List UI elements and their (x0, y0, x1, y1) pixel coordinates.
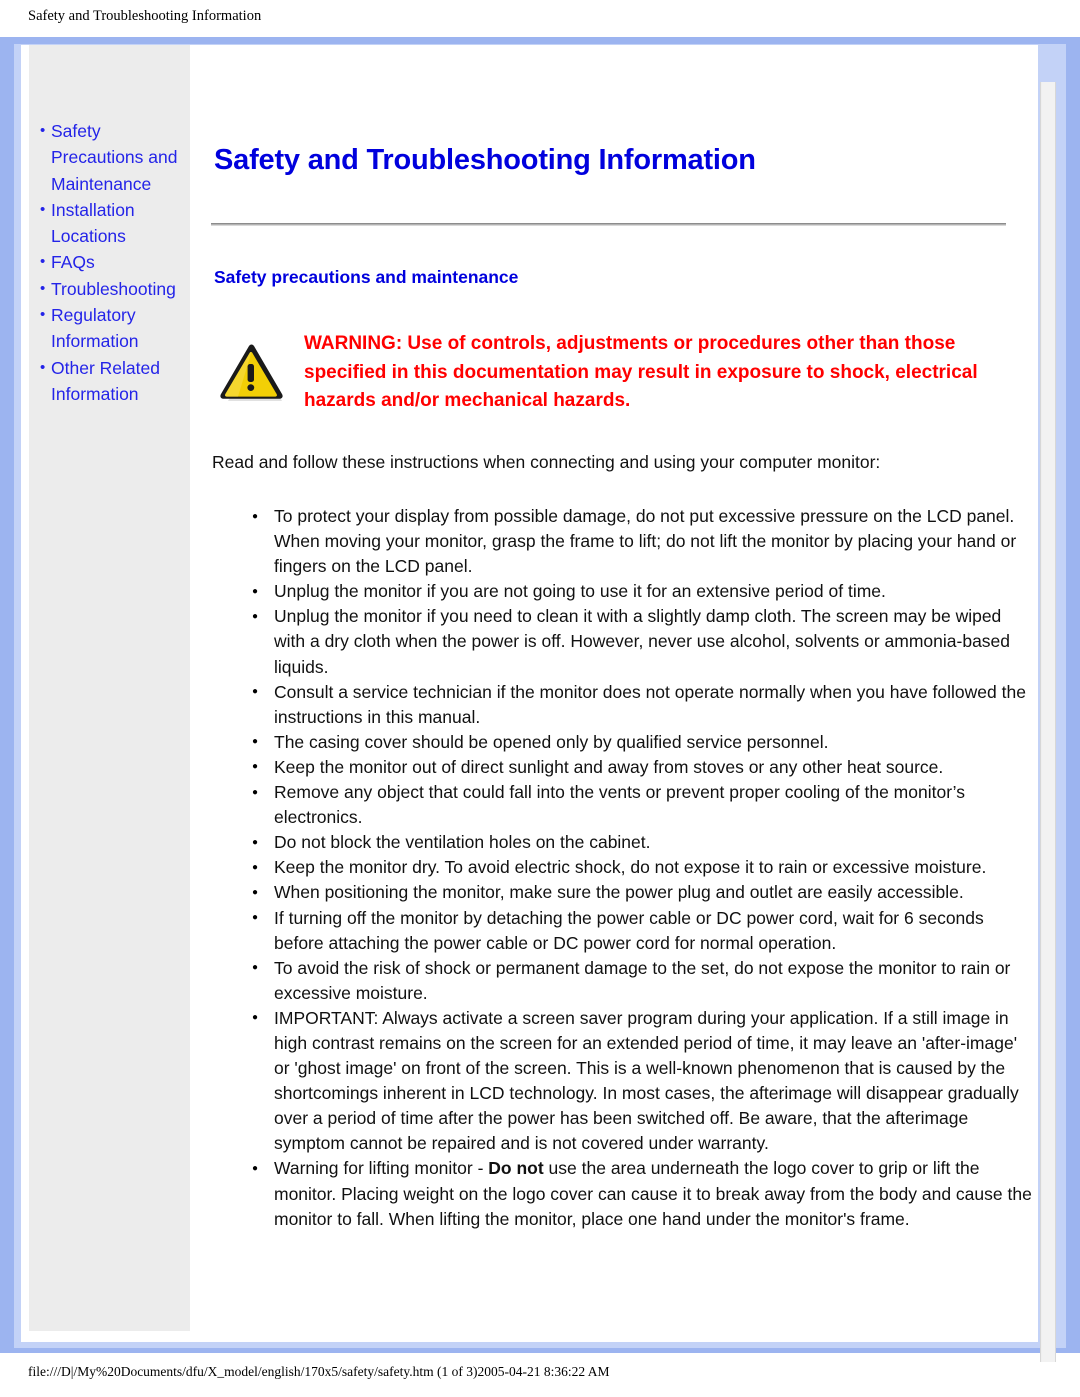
page-frame: Safety Precautions and Maintenance Insta… (0, 37, 1080, 1389)
list-item: Unplug the monitor if you need to clean … (246, 604, 1036, 679)
warning-triangle-icon (212, 340, 290, 406)
page-title: Safety and Troubleshooting Information (214, 144, 756, 176)
list-item: Consult a service technician if the moni… (246, 679, 1036, 730)
sidebar-item-troubleshooting[interactable]: Troubleshooting (29, 276, 190, 303)
section-heading: Safety precautions and maintenance (214, 267, 519, 287)
print-header: Safety and Troubleshooting Information (0, 0, 1080, 37)
safety-instructions-list: To protect your display from possible da… (246, 503, 1036, 1232)
warning-text: WARNING: Use of controls, adjustments or… (304, 333, 978, 411)
list-item: The casing cover should be opened only b… (246, 729, 1036, 755)
list-item: To avoid the risk of shock or permanent … (246, 955, 1036, 1006)
sidebar-item-other-related-information[interactable]: Other Related Information (29, 355, 190, 408)
sidebar-nav: Safety Precautions and Maintenance Insta… (29, 118, 190, 407)
list-item: Keep the monitor out of direct sunlight … (246, 754, 1036, 780)
list-item: To protect your display from possible da… (246, 503, 1036, 579)
main-content: Safety and Troubleshooting Information S… (200, 45, 1032, 1331)
lifting-warning-prefix: Warning for lifting monitor - (274, 1158, 489, 1179)
print-header-title: Safety and Troubleshooting Information (28, 8, 262, 24)
sidebar-item-regulatory-information[interactable]: Regulatory Information (29, 302, 190, 355)
lifting-warning-bold: Do not (488, 1158, 544, 1179)
intro-paragraph: Read and follow these instructions when … (212, 452, 881, 472)
scrollbar-thumb[interactable] (1042, 82, 1055, 1389)
print-footer: file:///D|/My%20Documents/dfu/X_model/en… (0, 1362, 1080, 1397)
sidebar-item-installation-locations[interactable]: Installation Locations (29, 197, 190, 250)
list-item: Remove any object that could fall into t… (246, 780, 1036, 830)
list-item-lifting-warning: Warning for lifting monitor - Do not use… (246, 1156, 1036, 1231)
sidebar-item-safety-precautions-and-maintenance[interactable]: Safety Precautions and Maintenance (29, 118, 190, 197)
sidebar: Safety Precautions and Maintenance Insta… (29, 45, 190, 1331)
print-footer-path: file:///D|/My%20Documents/dfu/X_model/en… (28, 1364, 610, 1379)
list-item: When positioning the monitor, make sure … (246, 880, 1036, 905)
list-item: If turning off the monitor by detaching … (246, 905, 1036, 956)
sidebar-item-faqs[interactable]: FAQs (29, 249, 190, 276)
list-item: IMPORTANT: Always activate a screen save… (246, 1005, 1036, 1157)
vertical-scrollbar[interactable] (1040, 82, 1056, 1389)
list-item: Keep the monitor dry. To avoid electric … (246, 855, 1036, 880)
page-layout: Safety Precautions and Maintenance Insta… (21, 45, 1038, 1342)
list-item: Unplug the monitor if you are not going … (246, 579, 1036, 604)
title-divider (211, 223, 1006, 226)
list-item: Do not block the ventilation holes on th… (246, 830, 1036, 855)
